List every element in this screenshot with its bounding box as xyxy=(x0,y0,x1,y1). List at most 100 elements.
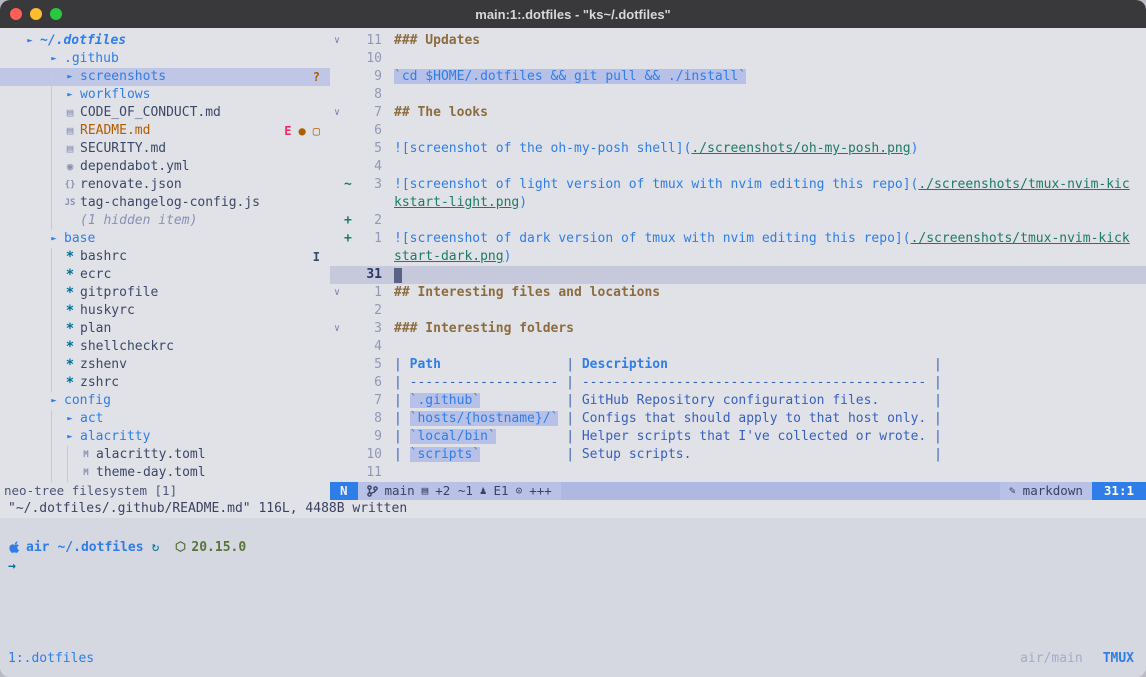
tree-item[interactable]: ▤SECURITY.md xyxy=(0,140,330,158)
tree-item-label: ~/.dotfiles xyxy=(40,32,126,50)
tree-item[interactable]: *shellcheckrc xyxy=(0,338,330,356)
file-md-icon: ▤ xyxy=(62,140,78,158)
tree-item[interactable]: ▤CODE_OF_CONDUCT.md xyxy=(0,104,330,122)
tree-item[interactable]: *ecrc xyxy=(0,266,330,284)
editor-line[interactable]: 10| `scripts` | Setup scripts. | xyxy=(330,446,1146,464)
tree-item[interactable]: {}renovate.json xyxy=(0,176,330,194)
editor-line[interactable]: 5![screenshot of the oh-my-posh shell](.… xyxy=(330,140,1146,158)
mode-indicator: N xyxy=(330,482,358,500)
tree-item[interactable]: *huskyrc xyxy=(0,302,330,320)
tree-item[interactable]: (1 hidden item) xyxy=(0,212,330,230)
text-segment: ![screenshot of the oh-my-posh shell]( xyxy=(394,141,691,156)
git-info-segment: main ▤ +2 ~1 ♟ E1 ⊙ +++ xyxy=(358,482,561,500)
tree-item[interactable]: Mtheme-day.toml xyxy=(0,464,330,482)
minimize-button[interactable] xyxy=(30,8,42,20)
editor-line[interactable]: kstart-light.png) xyxy=(330,194,1146,212)
line-number: 1 xyxy=(356,284,382,302)
text-segment: ![screenshot of light version of tmux wi… xyxy=(394,177,918,192)
git-sign: + xyxy=(344,230,356,248)
fold-icon[interactable]: ∨ xyxy=(330,104,344,122)
fold-icon[interactable]: ∨ xyxy=(330,284,344,302)
tree-item[interactable]: ▤README.mdE●▢ xyxy=(0,122,330,140)
fold-icon xyxy=(330,338,344,356)
editor-line[interactable]: ∨1## Interesting files and locations xyxy=(330,284,1146,302)
git-modified-badge: ▢ xyxy=(313,122,320,140)
lualine: N main ▤ +2 ~1 ♟ E1 ⊙ +++ xyxy=(330,482,1146,500)
tree-item[interactable]: JStag-changelog-config.js xyxy=(0,194,330,212)
zoom-button[interactable] xyxy=(50,8,62,20)
editor-line[interactable]: 31 xyxy=(330,266,1146,284)
editor-line[interactable]: ~3![screenshot of light version of tmux … xyxy=(330,176,1146,194)
editor-line[interactable]: ∨11### Updates xyxy=(330,32,1146,50)
tree-item[interactable]: ►~/.dotfiles xyxy=(0,32,330,50)
editor-line[interactable]: 2 xyxy=(330,302,1146,320)
tree-item[interactable]: ►workflows xyxy=(0,86,330,104)
editor-line[interactable]: +2 xyxy=(330,212,1146,230)
tree-item-label: shellcheckrc xyxy=(80,338,174,356)
editor-line[interactable]: 8 xyxy=(330,86,1146,104)
diagnostic-icon: ♟ xyxy=(480,482,487,500)
terminal-window: main:1:.dotfiles - "ks~/.dotfiles" ►~/.d… xyxy=(0,0,1146,677)
editor-line[interactable]: 11 xyxy=(330,464,1146,482)
line-number: 11 xyxy=(356,32,382,50)
editor-line[interactable]: ∨7## The looks xyxy=(330,104,1146,122)
text-segment: ./screenshots/oh-my-posh.png xyxy=(691,141,910,156)
text-segment: | xyxy=(394,393,410,408)
line-text: | `local/bin` | Helper scripts that I've… xyxy=(394,428,942,446)
tree-item[interactable]: ►screenshots? xyxy=(0,68,330,86)
diagnostic-error-badge: E xyxy=(284,122,291,140)
prompt-cursor-line[interactable]: → xyxy=(8,558,1146,576)
fold-icon xyxy=(330,428,344,446)
status-icon: ⊙ xyxy=(516,482,523,500)
editor-line[interactable]: 6 xyxy=(330,122,1146,140)
git-branch-icon xyxy=(367,485,378,497)
tree-item[interactable]: ►.github xyxy=(0,50,330,68)
tree-item[interactable]: *zshrc xyxy=(0,374,330,392)
fold-icon xyxy=(330,374,344,392)
line-text: | Path | Description | xyxy=(394,356,942,374)
tree-item[interactable]: ►alacritty xyxy=(0,428,330,446)
line-text: `cd $HOME/.dotfiles && git pull && ./ins… xyxy=(394,68,746,86)
tree-item[interactable]: ►act xyxy=(0,410,330,428)
tree-item[interactable]: *plan xyxy=(0,320,330,338)
editor-line[interactable]: +1![screenshot of dark version of tmux w… xyxy=(330,230,1146,248)
line-text: ### Interesting folders xyxy=(394,320,574,338)
tree-item[interactable]: *bashrcI xyxy=(0,248,330,266)
tmux-window-tab[interactable]: 1:.dotfiles xyxy=(8,651,94,677)
text-segment: | ------------------- | ----------------… xyxy=(394,375,942,390)
fold-icon xyxy=(330,410,344,428)
tree-item[interactable]: *gitprofile xyxy=(0,284,330,302)
tree-item[interactable]: Malacritty.toml xyxy=(0,446,330,464)
file-json-icon: {} xyxy=(62,176,78,194)
close-button[interactable] xyxy=(10,8,22,20)
tree-item[interactable]: *zshenv xyxy=(0,356,330,374)
editor-line[interactable]: 4 xyxy=(330,338,1146,356)
git-sign xyxy=(344,68,356,86)
editor-line[interactable]: 7| `.github` | GitHub Repository configu… xyxy=(330,392,1146,410)
tree-item[interactable]: ◉dependabot.yml xyxy=(0,158,330,176)
editor-line[interactable]: 8| `hosts/{hostname}/` | Configs that sh… xyxy=(330,410,1146,428)
git-sign xyxy=(344,446,356,464)
tree-item[interactable]: ►config xyxy=(0,392,330,410)
mark-badge: I xyxy=(313,248,320,266)
editor-line[interactable]: 10 xyxy=(330,50,1146,68)
editor-line[interactable]: 9| `local/bin` | Helper scripts that I'v… xyxy=(330,428,1146,446)
text-segment: | xyxy=(496,429,582,444)
editor-line[interactable]: start-dark.png) xyxy=(330,248,1146,266)
editor-line[interactable]: ∨3### Interesting folders xyxy=(330,320,1146,338)
line-number xyxy=(356,194,382,212)
fold-icon[interactable]: ∨ xyxy=(330,32,344,50)
shell-prompt[interactable]: air ~/.dotfiles ↻ 20.15.0 xyxy=(8,538,1146,556)
text-segment: `scripts` xyxy=(410,447,480,462)
tree-item-label: base xyxy=(64,230,95,248)
text-segment: Description xyxy=(582,357,668,372)
editor-line[interactable]: 5| Path | Description | xyxy=(330,356,1146,374)
fold-icon[interactable]: ∨ xyxy=(330,320,344,338)
tree-item[interactable]: ►base xyxy=(0,230,330,248)
modified-dot-badge: ● xyxy=(299,122,306,140)
text-segment: kstart-light.png xyxy=(394,195,519,210)
editor-line[interactable]: 6| ------------------- | ---------------… xyxy=(330,374,1146,392)
editor-line[interactable]: 9`cd $HOME/.dotfiles && git pull && ./in… xyxy=(330,68,1146,86)
file-js-icon: JS xyxy=(62,194,78,212)
editor-line[interactable]: 4 xyxy=(330,158,1146,176)
